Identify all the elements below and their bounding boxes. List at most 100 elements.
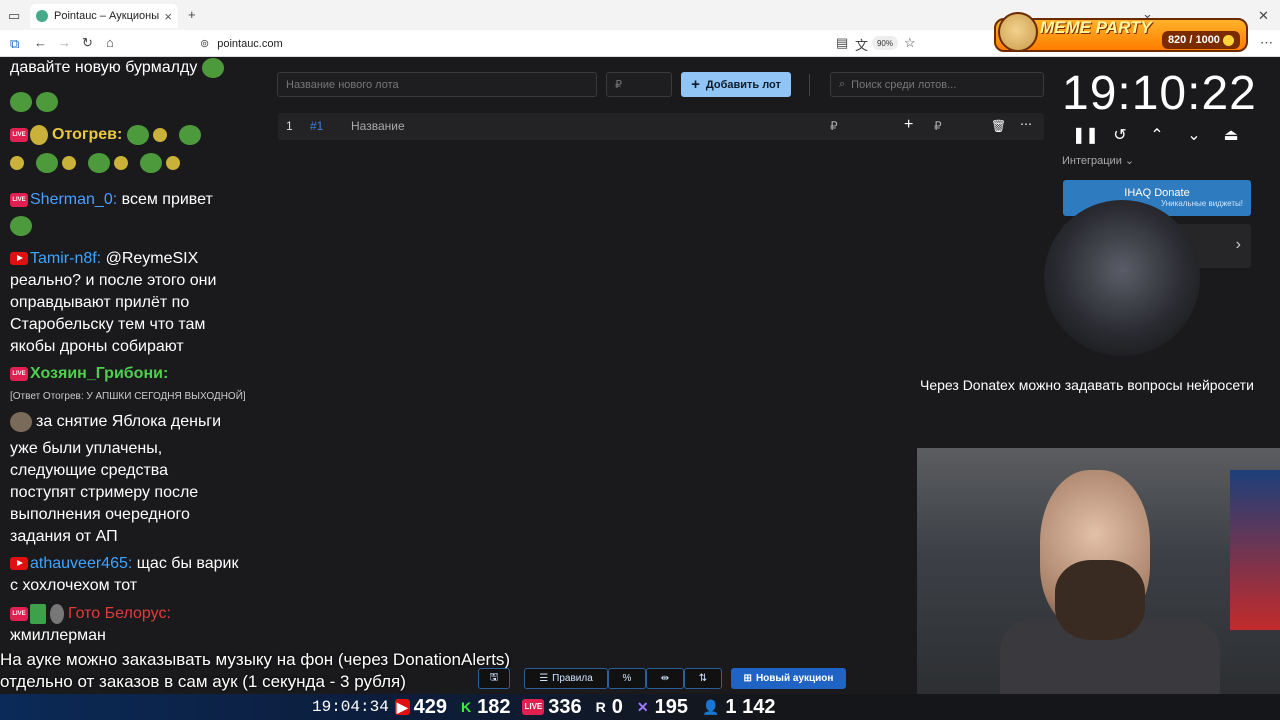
chevron-down-icon: ⌄	[1124, 155, 1135, 167]
chat-message: за снятие Яблока деньги	[10, 411, 221, 433]
chat-text: щас бы варик	[136, 555, 239, 572]
youtube-viewers: ▶ 429	[394, 695, 447, 719]
new-lot-input[interactable]: Название нового лота	[277, 72, 597, 97]
pepe-emote-icon	[36, 152, 58, 173]
chat-message: athauveer465: щас бы варик	[10, 553, 238, 575]
chat-username: Tamir-n8f:	[30, 250, 102, 267]
chat-message: LIVE Sherman_0: всем привет	[10, 189, 213, 211]
add-amount-icon[interactable]: +	[904, 116, 913, 134]
youtube-icon	[10, 557, 28, 571]
split-icon: ⇹	[660, 673, 670, 684]
back-icon[interactable]: ←	[34, 35, 47, 50]
amount-placeholder: ₽	[615, 79, 622, 91]
chat-text: жмиллерман	[10, 627, 106, 644]
percent-label: %	[622, 673, 632, 684]
eject-icon[interactable]: ⏏	[1221, 125, 1241, 144]
chat-text: задания от АП	[10, 528, 118, 545]
tab-title: Pointauc – Аукционы, лотереи	[54, 10, 161, 22]
divider	[809, 74, 810, 96]
integrations-dropdown[interactable]: Интеграции ⌄	[1062, 154, 1134, 167]
new-auction-button[interactable]: ⊞ Новый аукцион	[731, 668, 846, 689]
close-icon[interactable]: ×	[164, 9, 172, 24]
favorite-star-icon[interactable]: ☆	[904, 35, 916, 51]
vtuber-avatar	[1044, 200, 1200, 356]
kick-count: 182	[477, 695, 511, 718]
rules-button[interactable]: ☰ Правила	[524, 668, 608, 689]
close-window-icon[interactable]: ✕	[1258, 8, 1269, 24]
forward-icon[interactable]: →	[58, 35, 71, 50]
home-icon[interactable]: ⌂	[106, 35, 114, 50]
reader-mode-icon[interactable]: ▤	[836, 35, 848, 51]
flag-background	[1230, 470, 1280, 630]
live-badge-icon: LIVE	[10, 606, 28, 621]
save-button[interactable]: 🖫	[478, 668, 510, 689]
live-badge-icon: LIVE	[10, 127, 28, 142]
lot-amount-currency: ₽	[830, 119, 838, 133]
check-badge-icon	[30, 603, 46, 624]
ihaq-title: IHAQ Donate	[1124, 187, 1190, 199]
sort-button[interactable]: ⇅	[684, 668, 722, 689]
chat-text: Старобельску тем что там	[10, 316, 206, 333]
new-lot-placeholder: Название нового лота	[286, 78, 399, 91]
pepe-emote-icon	[126, 124, 149, 145]
workspaces-icon[interactable]: ⧉	[10, 36, 19, 52]
lot-search-input[interactable]: ⌕ Поиск среди лотов...	[830, 72, 1044, 97]
platform-icon: ✕	[636, 699, 649, 715]
chat-message: LIVE Гото Белорус:	[10, 603, 171, 625]
chat-message: Tamir-n8f: @ReymeSIX	[10, 248, 198, 270]
live-badge-icon: LIVE	[10, 366, 28, 381]
coin-emote-icon	[152, 127, 167, 142]
chevron-up-icon[interactable]: ⌃	[1147, 125, 1167, 144]
reset-icon[interactable]: ↺	[1110, 125, 1130, 144]
lot-amount-input[interactable]: ₽	[606, 72, 672, 97]
translate-icon[interactable]: 文	[855, 35, 868, 54]
menu-icon[interactable]: ⋯	[1260, 35, 1273, 51]
chat-text: поступят стримеру после	[10, 484, 199, 501]
site-info-icon[interactable]: ⊚	[200, 37, 209, 50]
pause-icon[interactable]: ❚❚	[1072, 125, 1099, 144]
rules-label: Правила	[552, 673, 593, 684]
chat-text: якобы дроны собирают	[10, 338, 184, 355]
new-auction-icon: ⊞	[743, 673, 752, 684]
add-lot-button[interactable]: + Добавить лот	[681, 72, 791, 97]
auction-timer: 19:10:22	[1062, 67, 1257, 120]
chevron-down-icon[interactable]: ⌄	[1184, 125, 1204, 144]
chat-overlay: давайте новую бурмалду LIVE Отогрев: LIVE…	[0, 57, 262, 651]
chat-text: за снятие Яблока деньги	[36, 413, 222, 430]
stream-clock: 19:04:34	[312, 698, 389, 716]
kick-icon: K	[460, 699, 472, 715]
url-field[interactable]: ⊚ pointauc.com	[200, 34, 920, 53]
new-tab-icon[interactable]: +	[188, 7, 196, 22]
sort-icon: ⇅	[698, 673, 708, 684]
chat-text: всем привет	[121, 191, 213, 208]
meme-party-counter: 820 / 1000	[1161, 31, 1240, 49]
coin-icon	[1223, 34, 1234, 46]
lot-name[interactable]: Название	[351, 119, 405, 133]
percent-button[interactable]: %	[608, 668, 646, 689]
pepe-emote-icon	[178, 124, 201, 145]
lot-id: #1	[310, 119, 324, 133]
reload-icon[interactable]: ↻	[82, 35, 93, 51]
chat-message: LIVE Хозяин_Грибони:	[10, 363, 168, 385]
split-button[interactable]: ⇹	[646, 668, 684, 689]
more-icon[interactable]: ⋯	[1020, 117, 1032, 131]
site-favicon-icon	[36, 10, 48, 22]
pepe-emote-icon	[140, 152, 162, 173]
pepe-emote-icon	[88, 152, 110, 173]
youtube-count: 429	[413, 695, 447, 718]
chat-username: Отогрев:	[52, 126, 123, 143]
coin-emote-icon	[62, 155, 76, 170]
add-lot-label: Добавить лот	[705, 78, 781, 91]
lot-row[interactable]: 1 #1 Название ₽ + ₽ 🗑 ⋯	[278, 113, 1044, 140]
chevron-right-icon: ›	[1235, 236, 1241, 253]
r-viewers: R0	[594, 696, 623, 719]
search-placeholder: Поиск среди лотов...	[851, 78, 957, 91]
browser-tab[interactable]: Pointauc – Аукционы, лотереи ×	[30, 4, 178, 28]
delete-icon[interactable]: 🗑	[991, 119, 1006, 133]
tab-actions-icon[interactable]: ▭	[8, 8, 20, 24]
chat-reply: [Ответ Отогрев: У АПШКИ СЕГОДНЯ ВЫХОДНОЙ…	[10, 391, 246, 402]
chat-emote-row	[10, 215, 36, 237]
zoom-badge[interactable]: 90%	[872, 36, 898, 50]
live-count: 336	[548, 695, 582, 718]
chat-emote-row	[10, 91, 62, 113]
